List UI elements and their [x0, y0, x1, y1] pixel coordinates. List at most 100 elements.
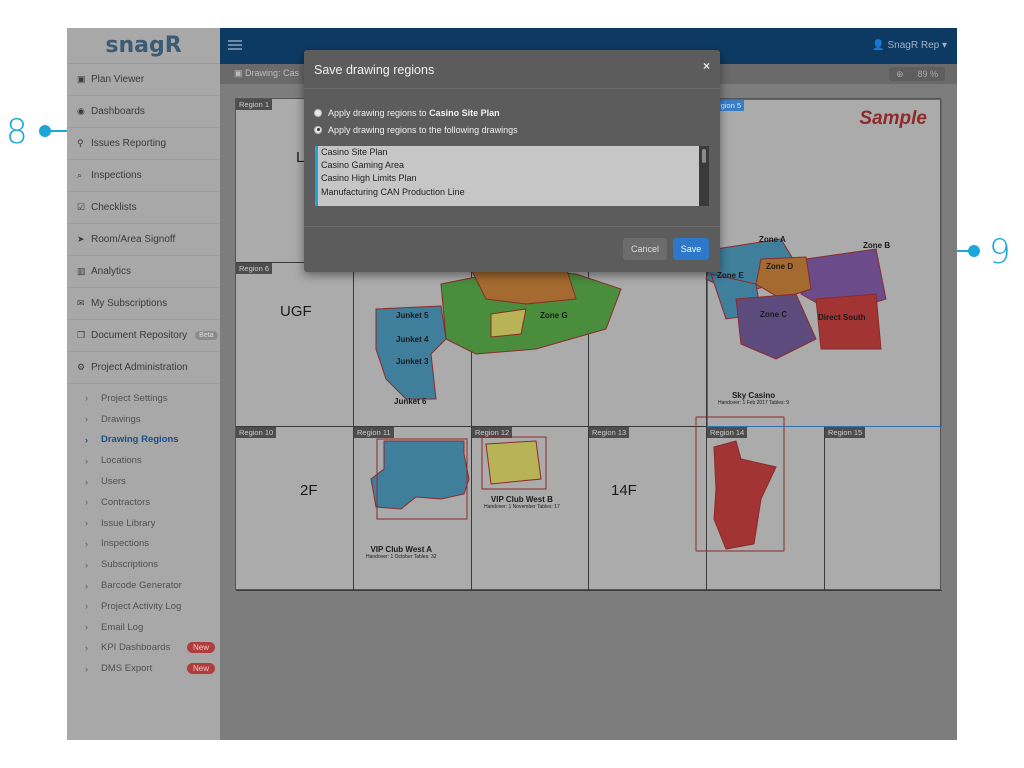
sidebar-item-label: Dashboards — [91, 106, 145, 117]
screenshot-stage: 8 9 snagR ▣ Plan Viewer ◉ Dashboards ⚲ Issues… — [0, 0, 1024, 768]
zone-label: VIP Club West B Handover: 1 November Tab… — [484, 495, 560, 510]
vip-a-details: Handover: 1 October Tables: 32 — [366, 554, 437, 560]
zone-label: Zone D — [766, 262, 794, 271]
sidebar-item-my-subscriptions[interactable]: ✉ My Subscriptions — [67, 288, 220, 320]
sidebar-item-checklists[interactable]: ☑ Checklists — [67, 192, 220, 224]
dialog-title: Save drawing regions — [314, 63, 435, 77]
submenu-item-contractors[interactable]: › Contractors — [67, 492, 220, 513]
pin-icon: ⚲ — [77, 138, 84, 148]
sky-casino-title: Sky Casino — [731, 391, 776, 400]
chevron-right-icon: › — [85, 663, 88, 674]
sidebar-item-project-administration[interactable]: ⚙ Project Administration — [67, 352, 220, 384]
dialog-footer: Cancel Save — [304, 226, 720, 272]
app-logo[interactable]: snagR — [67, 28, 220, 64]
zone-label: Zone C — [760, 310, 788, 319]
submenu-item-dms-export[interactable]: › DMS Export New — [67, 658, 220, 679]
submenu-item-issue-library[interactable]: › Issue Library — [67, 513, 220, 534]
apply-current-option[interactable]: Apply drawing regions to Casino Site Pla… — [304, 104, 720, 121]
sky-casino-high-limit-shape — [713, 440, 777, 550]
callout-dot-9 — [968, 245, 980, 257]
submenu-item-label: KPI Dashboards — [101, 642, 171, 654]
submenu-item-label: Drawing Regions — [101, 434, 179, 446]
zoom-control[interactable]: ⊕ 89 % — [889, 67, 945, 81]
submenu-item-label: Locations — [101, 455, 142, 467]
submenu-item-project-settings[interactable]: › Project Settings — [67, 388, 220, 409]
submenu-item-locations[interactable]: › Locations — [67, 450, 220, 471]
vip-b-details: Handover: 1 November Tables: 17 — [484, 504, 560, 510]
zone-label: Zone B — [863, 241, 891, 250]
sidebar-item-label: Issues Reporting — [91, 138, 167, 149]
chevron-right-icon: › — [85, 434, 88, 445]
sidebar-item-label: My Subscriptions — [91, 298, 168, 309]
close-icon[interactable]: × — [703, 59, 710, 73]
chevron-right-icon: › — [85, 455, 88, 466]
vip-a-title: VIP Club West A — [370, 545, 433, 554]
drawings-listbox[interactable]: Casino Site Plan Casino Gaming Area Casino… — [315, 146, 709, 206]
zoom-level: 89 % — [917, 69, 939, 79]
submenu-item-email-log[interactable]: › Email Log — [67, 617, 220, 638]
option1-drawing-name: Casino Site Plan — [429, 107, 500, 118]
user-icon: 👤 — [872, 40, 885, 51]
zone-c-shape — [735, 293, 817, 360]
submenu-item-project-activity-log[interactable]: › Project Activity Log — [67, 596, 220, 617]
submenu-item-drawings[interactable]: › Drawings — [67, 409, 220, 430]
callout-dot-8 — [39, 125, 51, 137]
sidebar-item-analytics[interactable]: ▥ Analytics — [67, 256, 220, 288]
zone-label: Zone E — [717, 271, 744, 280]
submenu-item-label: Users — [101, 476, 126, 488]
drawing-label: ▣ Drawing: Cas — [234, 68, 299, 79]
zone-label: Junket 3 — [396, 357, 429, 366]
apply-following-option[interactable]: Apply drawing regions to the following d… — [304, 121, 720, 138]
sidebar-item-label: Checklists — [91, 202, 137, 213]
sidebar: snagR ▣ Plan Viewer ◉ Dashboards ⚲ Issues Rep… — [67, 28, 220, 740]
copy-icon: ❐ — [77, 330, 86, 340]
sidebar-item-label: Room/Area Signoff — [91, 234, 176, 245]
submenu-item-users[interactable]: › Users — [67, 471, 220, 492]
submenu-item-label: DMS Export — [101, 663, 153, 675]
cogs-icon: ⚙ — [77, 362, 86, 372]
submenu-item-barcode-generator[interactable]: › Barcode Generator — [67, 575, 220, 596]
vip-club-west-a-shape — [370, 440, 470, 510]
sidebar-item-document-repository[interactable]: ❐ Document Repository Beta — [67, 320, 220, 352]
radio-apply-current[interactable] — [314, 108, 322, 117]
new-badge: New — [186, 642, 215, 654]
option2-label: Apply drawing regions to the following d… — [328, 124, 518, 135]
chevron-right-icon: › — [85, 601, 88, 612]
user-menu[interactable]: 👤 SnagR Rep ▾ — [872, 40, 947, 51]
chevron-right-icon: › — [85, 476, 88, 487]
sidebar-item-label: Project Administration — [91, 362, 188, 373]
search-icon: ⌕ — [77, 170, 83, 180]
sidebar-item-issues-reporting[interactable]: ⚲ Issues Reporting — [67, 128, 220, 160]
chevron-right-icon: › — [85, 518, 88, 529]
submenu-item-label: Email Log — [101, 621, 144, 633]
chevron-right-icon: › — [85, 538, 88, 549]
chevron-right-icon: › — [85, 580, 88, 591]
image-icon: ▣ — [234, 68, 246, 78]
sidebar-item-plan-viewer[interactable]: ▣ Plan Viewer — [67, 64, 220, 96]
zone-label: Junket 6 — [394, 397, 427, 406]
submenu-item-inspections[interactable]: › Inspections — [67, 534, 220, 555]
chevron-right-icon: › — [85, 642, 88, 653]
submenu-item-drawing-regions[interactable]: › Drawing Regions — [67, 430, 220, 451]
drawing-list-item[interactable]: Casino Site Plan — [318, 146, 709, 159]
dialog-header: Save drawing regions × — [304, 50, 720, 89]
sidebar-item-room-area-signoff[interactable]: ➤ Room/Area Signoff — [67, 224, 220, 256]
submenu-item-kpi-dashboards[interactable]: › KPI Dashboards New — [67, 638, 220, 659]
submenu-item-subscriptions[interactable]: › Subscriptions — [67, 554, 220, 575]
dashboard-icon: ◉ — [77, 106, 85, 116]
zone-label: Zone A — [759, 235, 786, 244]
radio-apply-following[interactable] — [314, 125, 322, 134]
zone-label: Junket 5 — [396, 311, 429, 320]
vip-lounge-shape — [490, 308, 527, 338]
drawing-list-item[interactable]: Manufacturing CAN Production Line — [318, 186, 709, 199]
option1-prefix: Apply drawing regions to — [328, 107, 430, 118]
drawing-list-item[interactable]: Casino Gaming Area — [318, 159, 709, 172]
menu-toggle-icon[interactable] — [228, 40, 242, 50]
sidebar-item-dashboards[interactable]: ◉ Dashboards — [67, 96, 220, 128]
cancel-button[interactable]: Cancel — [623, 238, 667, 260]
save-button[interactable]: Save — [673, 238, 709, 260]
drawing-list-item[interactable]: Casino High Limits Plan — [318, 172, 709, 185]
sidebar-item-inspections[interactable]: ⌕ Inspections — [67, 160, 220, 192]
listbox-scrollbar-thumb[interactable] — [702, 149, 706, 163]
submenu-item-label: Contractors — [101, 496, 151, 508]
